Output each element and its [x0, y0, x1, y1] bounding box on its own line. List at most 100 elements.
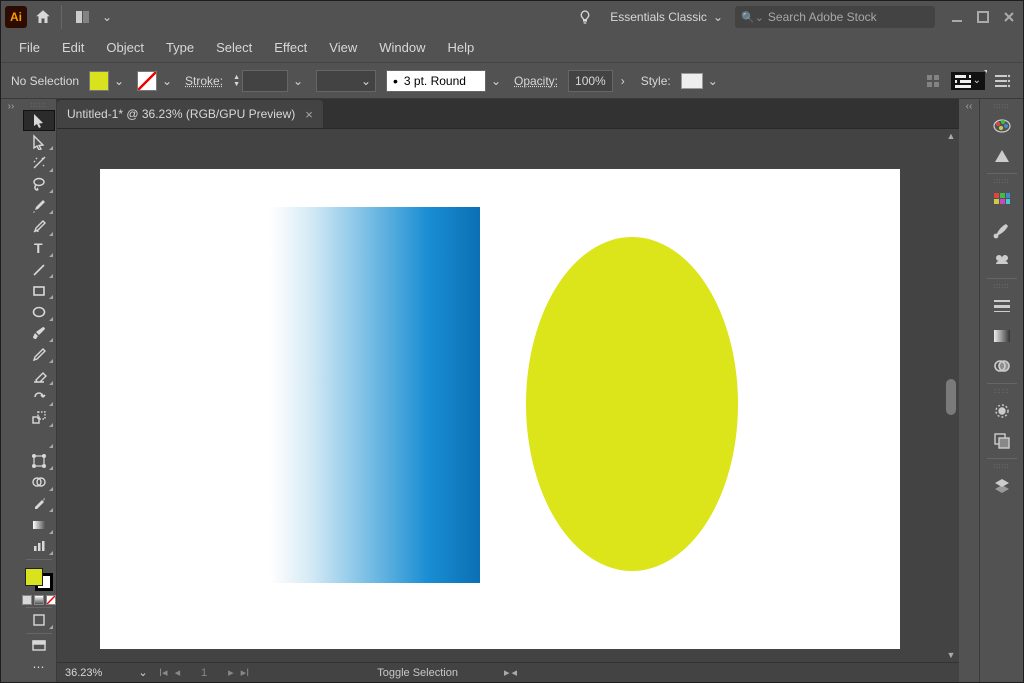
ellipse-tool[interactable]: [23, 301, 55, 322]
tool-divider: [26, 607, 52, 608]
artboard[interactable]: [100, 169, 900, 649]
symbols-panel[interactable]: [985, 246, 1019, 276]
stroke-color-control[interactable]: ⌄: [137, 71, 175, 91]
gradient-tool[interactable]: [23, 514, 55, 535]
eyedropper-tool[interactable]: [23, 493, 55, 514]
menu-window[interactable]: Window: [371, 36, 433, 59]
first-artboard-icon[interactable]: I◂: [157, 666, 170, 679]
stroke-weight-control[interactable]: ▲▼ ⌄: [233, 70, 306, 92]
gradient-rectangle-shape[interactable]: [270, 207, 480, 583]
line-segment-tool[interactable]: [23, 259, 55, 280]
color-panel[interactable]: [985, 111, 1019, 141]
chevron-down-icon: ⌄: [705, 71, 721, 91]
stroke-weight-value[interactable]: [242, 70, 288, 92]
tool-divider: [26, 559, 52, 560]
grip-icon[interactable]: ::::::: [987, 283, 1017, 291]
horizontal-scroll-arrows[interactable]: ▸◂: [504, 666, 517, 679]
pencil-tool[interactable]: [23, 344, 55, 365]
chevron-down-icon: ⌄: [973, 75, 981, 86]
draw-mode-tool[interactable]: [23, 609, 55, 630]
prev-artboard-icon[interactable]: ◂: [173, 666, 183, 679]
home-button[interactable]: [31, 5, 55, 29]
stock-search-input[interactable]: 🔍⌄ Search Adobe Stock: [735, 6, 935, 28]
artboard-nav[interactable]: I◂ ◂ 1 ▸ ▸I: [157, 666, 251, 679]
expand-right-arrows[interactable]: ‹‹: [959, 99, 979, 682]
search-help-icon[interactable]: [572, 6, 598, 28]
close-icon[interactable]: ×: [305, 107, 313, 122]
gradient-panel[interactable]: [985, 321, 1019, 351]
menu-object[interactable]: Object: [98, 36, 152, 59]
graphic-style-control[interactable]: ⌄: [681, 71, 721, 91]
edit-toolbar-button[interactable]: ⋯: [23, 657, 55, 678]
expand-left-arrows[interactable]: ››: [1, 99, 21, 682]
style-label: Style:: [641, 74, 671, 88]
opacity-control[interactable]: 100% ›: [568, 70, 631, 92]
document-tab-title: Untitled-1* @ 36.23% (RGB/GPU Preview): [67, 107, 295, 121]
yellow-ellipse-shape[interactable]: [526, 237, 738, 571]
shape-builder-tool[interactable]: [23, 472, 55, 493]
swatches-panel[interactable]: [985, 186, 1019, 216]
scroll-down-arrow-icon[interactable]: ▼: [943, 648, 959, 662]
scroll-up-arrow-icon[interactable]: ▲: [943, 129, 959, 143]
selection-state-label: No Selection: [11, 74, 79, 88]
canvas-viewport[interactable]: ▲ ▼: [57, 129, 959, 662]
document-tab[interactable]: Untitled-1* @ 36.23% (RGB/GPU Preview) ×: [57, 100, 323, 128]
scroll-thumb[interactable]: [946, 379, 956, 415]
rectangle-tool[interactable]: [23, 280, 55, 301]
color-guide-panel[interactable]: [985, 141, 1019, 171]
eraser-tool[interactable]: [23, 365, 55, 386]
scale-tool[interactable]: [23, 408, 55, 429]
grip-icon[interactable]: ::::::: [987, 178, 1017, 186]
magic-wand-tool[interactable]: [23, 152, 55, 173]
vertical-scrollbar[interactable]: ▲ ▼: [943, 129, 959, 662]
grip-icon[interactable]: ::::::: [987, 463, 1017, 471]
screen-mode-tool[interactable]: [23, 635, 55, 656]
chevron-down-icon[interactable]: ⌄: [135, 663, 151, 683]
menu-help[interactable]: Help: [439, 36, 482, 59]
curvature-tool[interactable]: [23, 216, 55, 237]
graphic-styles-panel[interactable]: [985, 426, 1019, 456]
selection-tool[interactable]: [23, 110, 55, 132]
color-mode-row[interactable]: [22, 595, 56, 605]
preferences-icon[interactable]: ⌄: [951, 72, 985, 90]
last-artboard-icon[interactable]: ▸I: [239, 666, 252, 679]
stroke-panel[interactable]: [985, 291, 1019, 321]
free-transform-tool[interactable]: [23, 450, 55, 471]
fill-color-control[interactable]: ⌄: [89, 71, 127, 91]
menu-select[interactable]: Select: [208, 36, 260, 59]
layers-panel[interactable]: [985, 471, 1019, 501]
menu-edit[interactable]: Edit: [54, 36, 92, 59]
menu-type[interactable]: Type: [158, 36, 202, 59]
minimize-button[interactable]: [947, 7, 967, 27]
fill-stroke-control[interactable]: [25, 568, 53, 591]
menu-file[interactable]: File: [11, 36, 48, 59]
column-graph-tool[interactable]: [23, 536, 55, 557]
menu-view[interactable]: View: [321, 36, 365, 59]
brushes-panel[interactable]: [985, 216, 1019, 246]
lasso-tool[interactable]: [23, 174, 55, 195]
variable-width-profile[interactable]: ⌄: [316, 70, 376, 92]
workspace-switcher[interactable]: Essentials Classic ⌄: [602, 6, 731, 28]
style-swatch: [681, 73, 703, 89]
pen-tool[interactable]: [23, 195, 55, 216]
transparency-panel[interactable]: [985, 351, 1019, 381]
chevron-down-icon: ⌄: [159, 71, 175, 91]
menu-effect[interactable]: Effect: [266, 36, 315, 59]
zoom-level[interactable]: 36.23%: [61, 664, 129, 682]
document-setup-icon[interactable]: [923, 71, 943, 91]
rotate-tool[interactable]: [23, 387, 55, 408]
grip-icon[interactable]: ::::::: [987, 388, 1017, 396]
panel-menu-icon[interactable]: [993, 71, 1013, 91]
direct-selection-tool[interactable]: [23, 131, 55, 152]
paintbrush-tool[interactable]: [23, 323, 55, 344]
close-button[interactable]: [999, 7, 1019, 27]
appearance-panel[interactable]: [985, 396, 1019, 426]
artboard-number[interactable]: 1: [185, 667, 223, 679]
brush-definition[interactable]: • 3 pt. Round ⌄: [386, 70, 504, 92]
next-artboard-icon[interactable]: ▸: [226, 666, 236, 679]
arrange-documents-button[interactable]: ⌄: [68, 6, 112, 28]
type-tool[interactable]: T: [23, 238, 55, 259]
maximize-button[interactable]: [973, 7, 993, 27]
width-tool[interactable]: [23, 429, 55, 450]
grip-icon[interactable]: ::::::: [987, 103, 1017, 111]
